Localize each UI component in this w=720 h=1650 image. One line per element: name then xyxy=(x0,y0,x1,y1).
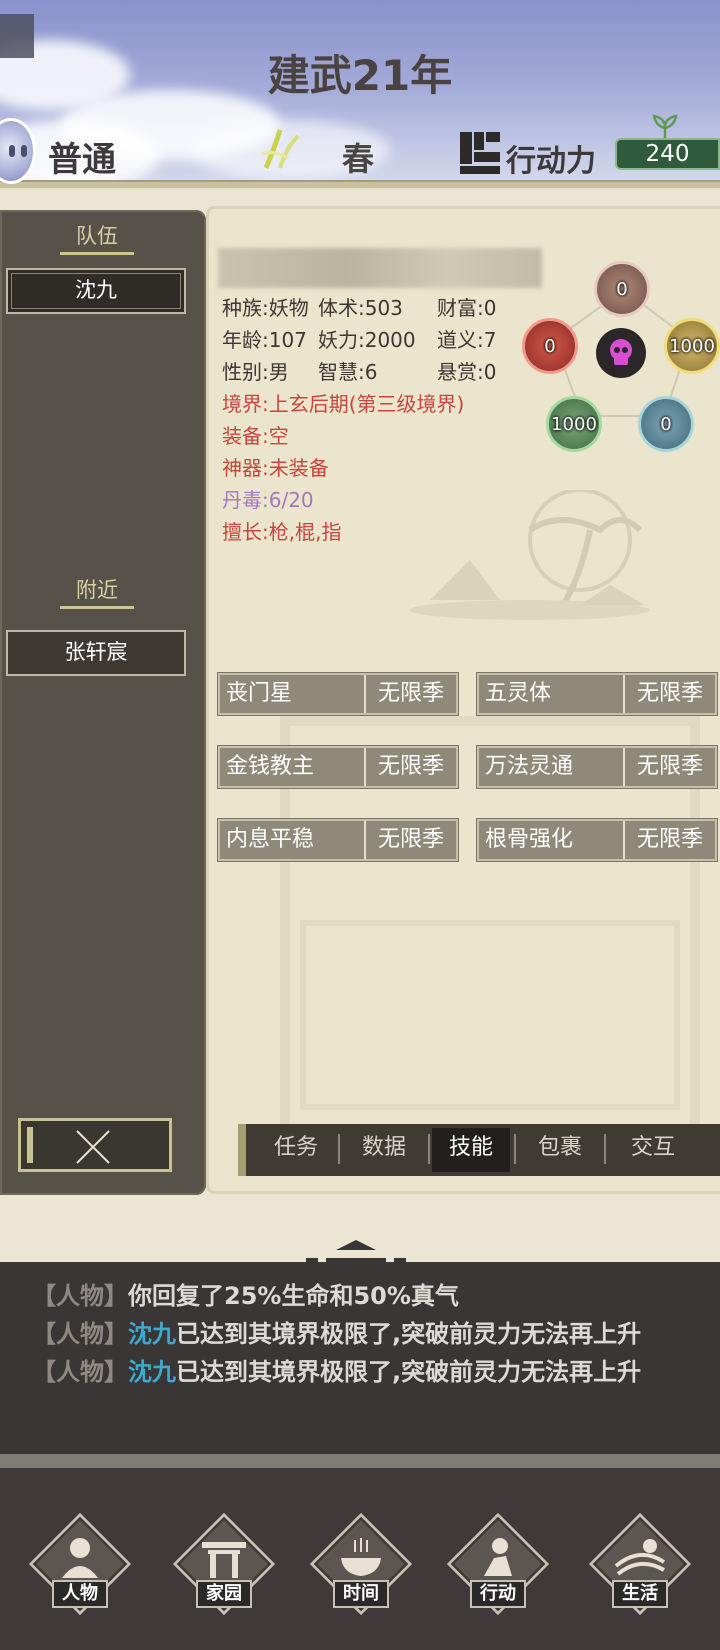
person-icon xyxy=(62,1538,98,1578)
tab-skills[interactable]: 技能 xyxy=(432,1128,510,1172)
action-points-value: 240 xyxy=(615,138,720,170)
stat-pill-poison: 丹毒:6/20 xyxy=(222,488,314,512)
element-water-orb[interactable]: 0 xyxy=(638,396,694,452)
skill-duration: 无限季 xyxy=(636,754,703,779)
skill-duration: 无限季 xyxy=(636,681,703,706)
team-title: 队伍 xyxy=(60,220,134,255)
nearby-title: 附近 xyxy=(60,574,134,609)
close-button[interactable] xyxy=(18,1118,172,1172)
team-member-button[interactable]: 沈九 xyxy=(6,268,186,314)
stat-wisdom: 智慧:6 xyxy=(318,360,378,384)
skill-card[interactable]: 金钱教主 无限季 xyxy=(218,746,458,788)
character-name-blurred xyxy=(218,248,542,288)
skill-card[interactable]: 万法灵通 无限季 xyxy=(477,746,717,788)
panel-tabs: 任务 数据 技能 包裹 交互 xyxy=(238,1124,720,1176)
element-earth-orb[interactable]: 0 xyxy=(594,261,650,317)
spring-bamboo-icon xyxy=(261,129,300,169)
element-wood-orb[interactable]: 1000 xyxy=(546,396,602,452)
nav-time-button[interactable]: 时间 xyxy=(307,1512,415,1616)
stat-demon-power: 妖力:2000 xyxy=(318,328,416,352)
collapse-handle-icon[interactable] xyxy=(306,1236,406,1264)
gate-icon xyxy=(202,1542,246,1578)
nav-action-button[interactable]: 行动 xyxy=(444,1512,552,1616)
walking-person-icon xyxy=(484,1538,512,1576)
skill-duration: 无限季 xyxy=(377,681,444,706)
action-points-icon xyxy=(460,132,500,174)
game-year: 建武21年 xyxy=(267,51,453,100)
log-line: 【人物】沈九已达到其境界极限了,突破前灵力无法再上升 xyxy=(32,1320,642,1348)
stat-righteousness: 道义:7 xyxy=(437,328,497,352)
incense-burner-icon xyxy=(341,1538,381,1576)
left-panel: 队伍 沈九 附近 张轩宸 xyxy=(0,210,206,1195)
stat-realm: 境界:上玄后期(第三级境界) xyxy=(222,392,465,416)
poison-skull-icon xyxy=(596,328,646,378)
difficulty-mode-label: 普通 xyxy=(48,140,116,180)
log-line: 【人物】沈九已达到其境界极限了,突破前灵力无法再上升 xyxy=(32,1358,642,1386)
skill-name: 丧门星 xyxy=(220,675,366,713)
nearby-person-button[interactable]: 张轩宸 xyxy=(6,630,186,676)
decor-frame-inner xyxy=(300,920,680,1110)
stat-gender: 性别:男 xyxy=(222,360,289,384)
field-sun-icon xyxy=(614,1539,666,1576)
stat-bounty: 悬赏:0 xyxy=(437,360,497,384)
tab-separator xyxy=(604,1134,606,1164)
skill-duration: 无限季 xyxy=(636,827,703,852)
skill-card[interactable]: 丧门星 无限季 xyxy=(218,673,458,715)
element-fire-orb[interactable]: 0 xyxy=(522,318,578,374)
stat-artifact: 神器:未装备 xyxy=(222,456,329,480)
log-line: 【人物】你回复了25%生命和50%真气 xyxy=(32,1282,459,1310)
stat-race: 种族:妖物 xyxy=(222,296,309,320)
skill-name: 金钱教主 xyxy=(220,748,366,786)
skill-card[interactable]: 五灵体 无限季 xyxy=(477,673,717,715)
log-divider xyxy=(0,1454,720,1468)
skill-name: 根骨强化 xyxy=(479,821,625,859)
tab-separator xyxy=(514,1134,516,1164)
tab-separator xyxy=(428,1134,430,1164)
season-label: 春 xyxy=(342,140,375,178)
skill-card[interactable]: 内息平稳 无限季 xyxy=(218,819,458,861)
header-divider xyxy=(0,180,720,190)
nav-home-button[interactable]: 家园 xyxy=(170,1512,278,1616)
stat-age: 年龄:107 xyxy=(222,328,307,352)
tab-tasks[interactable]: 任务 xyxy=(256,1124,336,1176)
close-icon xyxy=(76,1130,110,1164)
action-points-label: 行动力 xyxy=(506,144,596,179)
tab-interact[interactable]: 交互 xyxy=(608,1124,698,1176)
tab-separator xyxy=(338,1134,340,1164)
stat-body: 体术:503 xyxy=(318,296,403,320)
skill-duration: 无限季 xyxy=(377,827,444,852)
tab-bag[interactable]: 包裹 xyxy=(518,1124,602,1176)
skill-duration: 无限季 xyxy=(377,754,444,779)
stat-specialty: 擅长:枪,棍,指 xyxy=(222,520,342,544)
five-elements-chart[interactable]: 0 1000 0 1000 0 xyxy=(512,256,720,456)
element-metal-orb[interactable]: 1000 xyxy=(664,318,720,374)
stat-wealth: 财富:0 xyxy=(437,296,497,320)
decor-landscape-icon xyxy=(410,490,650,620)
skill-name: 五灵体 xyxy=(479,675,625,713)
nav-life-button[interactable]: 生活 xyxy=(586,1512,694,1616)
skill-name: 内息平稳 xyxy=(220,821,366,859)
nav-character-button[interactable]: 人物 xyxy=(26,1512,134,1616)
sprout-icon xyxy=(652,114,678,140)
stat-equipment: 装备:空 xyxy=(222,424,289,448)
tab-data[interactable]: 数据 xyxy=(342,1124,426,1176)
skill-name: 万法灵通 xyxy=(479,748,625,786)
skill-card[interactable]: 根骨强化 无限季 xyxy=(477,819,717,861)
